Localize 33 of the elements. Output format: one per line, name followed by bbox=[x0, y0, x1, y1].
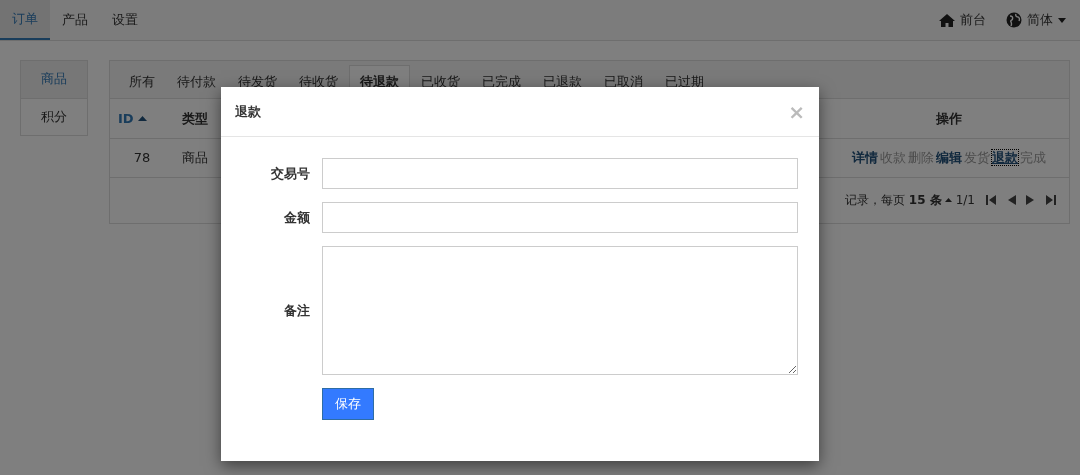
page-indicator: 1/1 bbox=[955, 192, 975, 209]
nav-link[interactable]: 前台 bbox=[929, 0, 996, 40]
table-cell: 78 bbox=[133, 149, 151, 165]
dialog-title: 退款 bbox=[235, 102, 261, 121]
input-field[interactable] bbox=[322, 202, 798, 233]
page-size-dropdown[interactable]: 15 条 bbox=[908, 191, 952, 209]
status-tab[interactable]: 所有 bbox=[118, 65, 166, 98]
first-page-icon[interactable] bbox=[985, 194, 997, 206]
pager-info: 记录，每页 bbox=[844, 192, 905, 209]
nav-tab[interactable]: 订单 bbox=[0, 0, 50, 40]
note-field[interactable] bbox=[322, 246, 798, 375]
action-link[interactable]: 编辑 bbox=[936, 149, 962, 165]
sidebar-item[interactable]: 商品 bbox=[21, 61, 87, 98]
save-button[interactable]: 保存 bbox=[322, 388, 374, 420]
table-cell: 商品 bbox=[182, 149, 208, 165]
last-page-icon[interactable] bbox=[1045, 194, 1057, 206]
caret-icon bbox=[944, 198, 952, 202]
input-field[interactable] bbox=[322, 158, 798, 189]
sidebar-item[interactable]: 积分 bbox=[21, 98, 87, 135]
nav-link[interactable]: 简体 bbox=[996, 0, 1076, 40]
column-header[interactable]: ID bbox=[118, 108, 134, 128]
status-tab[interactable]: 待付款 bbox=[166, 65, 227, 98]
action-link[interactable]: 退款 bbox=[992, 149, 1018, 165]
column-header[interactable]: 类型 bbox=[182, 108, 208, 128]
action-link[interactable]: 详情 bbox=[852, 149, 878, 165]
field-label: 交易号 bbox=[270, 164, 310, 183]
nav-tab[interactable]: 设置 bbox=[100, 0, 150, 40]
field-label: 金额 bbox=[283, 208, 310, 227]
globe-icon bbox=[1006, 12, 1022, 28]
field-label: 备注 bbox=[283, 301, 310, 320]
column-header[interactable]: 操作 bbox=[936, 108, 962, 128]
nav-tab[interactable]: 产品 bbox=[50, 0, 100, 40]
home-icon bbox=[939, 13, 955, 27]
